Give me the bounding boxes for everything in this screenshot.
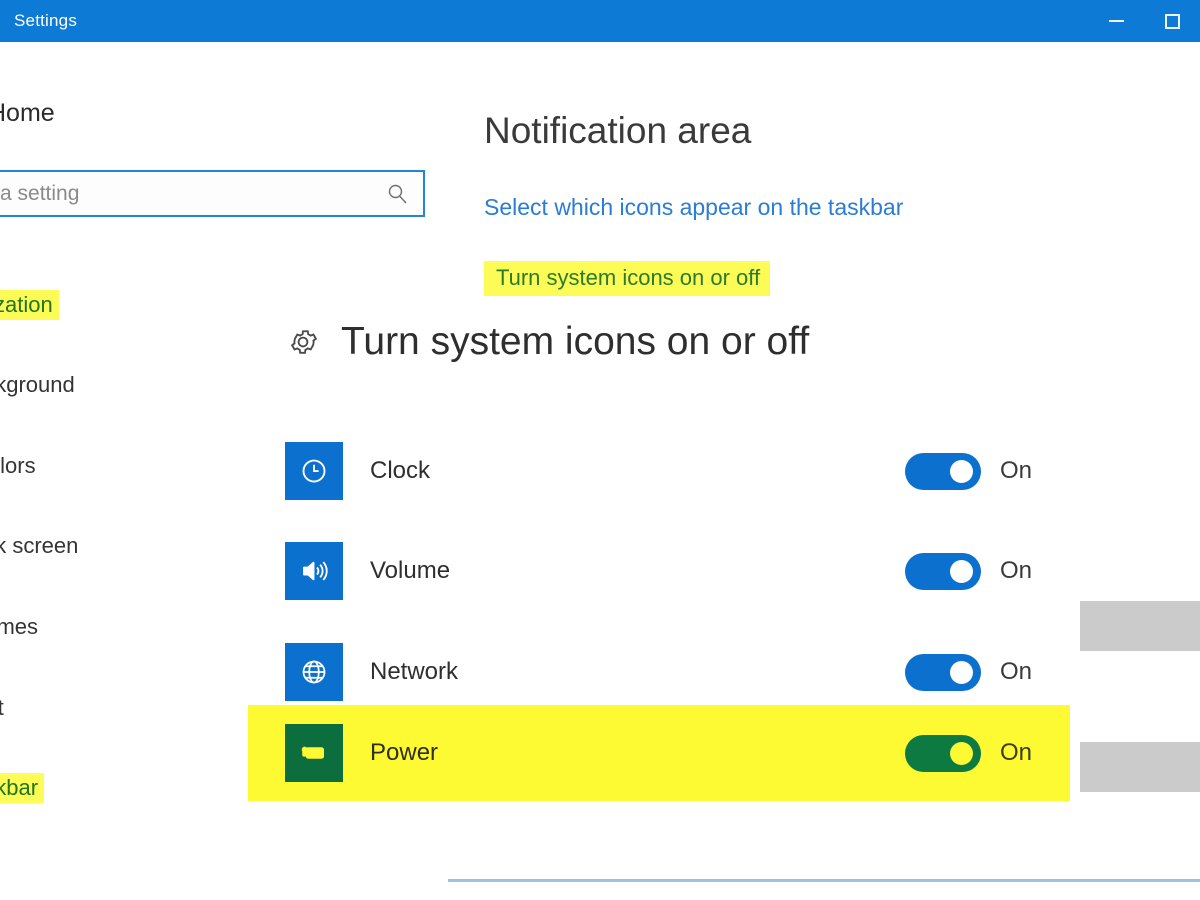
toggle-state-label: On [1000,457,1033,484]
sidebar-item-label: ackground [0,372,75,397]
sidebar-item-background[interactable]: ackground [0,370,81,400]
toggle-knob [950,459,973,483]
toggle-knob [950,660,973,684]
sidebar-item-label: Colors [0,453,36,478]
page-heading: Turn system icons on or off [283,320,809,364]
sidebar-item-themes[interactable]: hemes [0,612,44,642]
sidebar-home-label: Home [0,99,55,127]
sidebar-item-colors[interactable]: Colors [0,451,42,481]
sidebar-item-label: alization [0,292,53,317]
sidebar-item-personalization[interactable]: alization [0,290,59,320]
system-icon-row-volume[interactable]: Volume On [248,523,1070,619]
gear-icon [283,322,323,362]
toggle-switch-network[interactable] [905,653,981,691]
system-icon-label: Clock [370,457,431,484]
system-icon-label: Network [370,658,459,685]
system-icon-row-clock[interactable]: Clock On [248,423,1070,519]
search-icon [385,182,409,206]
system-icon-label: Power [370,739,439,766]
minimize-button[interactable] [1088,0,1144,42]
sidebar-item-start[interactable]: tart [0,693,10,723]
search-placeholder: a setting [0,181,80,205]
window-controls [1088,0,1200,42]
toggle-switch-power[interactable] [905,734,981,772]
maximize-button[interactable] [1144,0,1200,42]
title-bar: Settings [0,0,1200,42]
clock-icon [285,442,343,500]
sidebar-item-label: tart [0,695,4,720]
sidebar-item-lock-screen[interactable]: ock screen [0,531,84,561]
minimize-icon [1108,20,1124,22]
toggle-state-label: On [1000,658,1033,685]
toggle-state-label: On [1000,557,1033,584]
globe-icon [285,643,343,701]
settings-window: Settings Home a setting alization [0,0,1200,882]
toggle-switch-clock[interactable] [905,452,981,490]
sidebar-item-home[interactable]: Home [0,99,55,128]
toggle-knob [950,559,973,583]
sidebar-item-label: askbar [0,775,39,800]
system-icon-row-power[interactable]: Power On [248,705,1070,801]
section-heading: Notification area [484,110,752,151]
toggle-state-label: On [1000,739,1033,766]
window-title: Settings [14,11,78,30]
gray-block [1080,601,1200,651]
search-input[interactable]: a setting [0,170,425,217]
page-heading-text: Turn system icons on or off [341,320,810,363]
turn-system-icons-link[interactable]: Turn system icons on or off [484,261,771,296]
select-icons-link[interactable]: Select which icons appear on the taskbar [484,194,903,221]
battery-icon [285,724,343,782]
sidebar-item-label: hemes [0,614,39,639]
sidebar-item-label: ock screen [0,533,79,558]
maximize-icon [1164,13,1180,29]
gray-block [1080,742,1200,792]
toggle-switch-volume[interactable] [905,552,981,590]
toggle-knob [950,741,973,765]
speaker-icon [285,542,343,600]
system-icon-label: Volume [370,557,451,584]
sidebar-item-taskbar[interactable]: askbar [0,773,45,803]
